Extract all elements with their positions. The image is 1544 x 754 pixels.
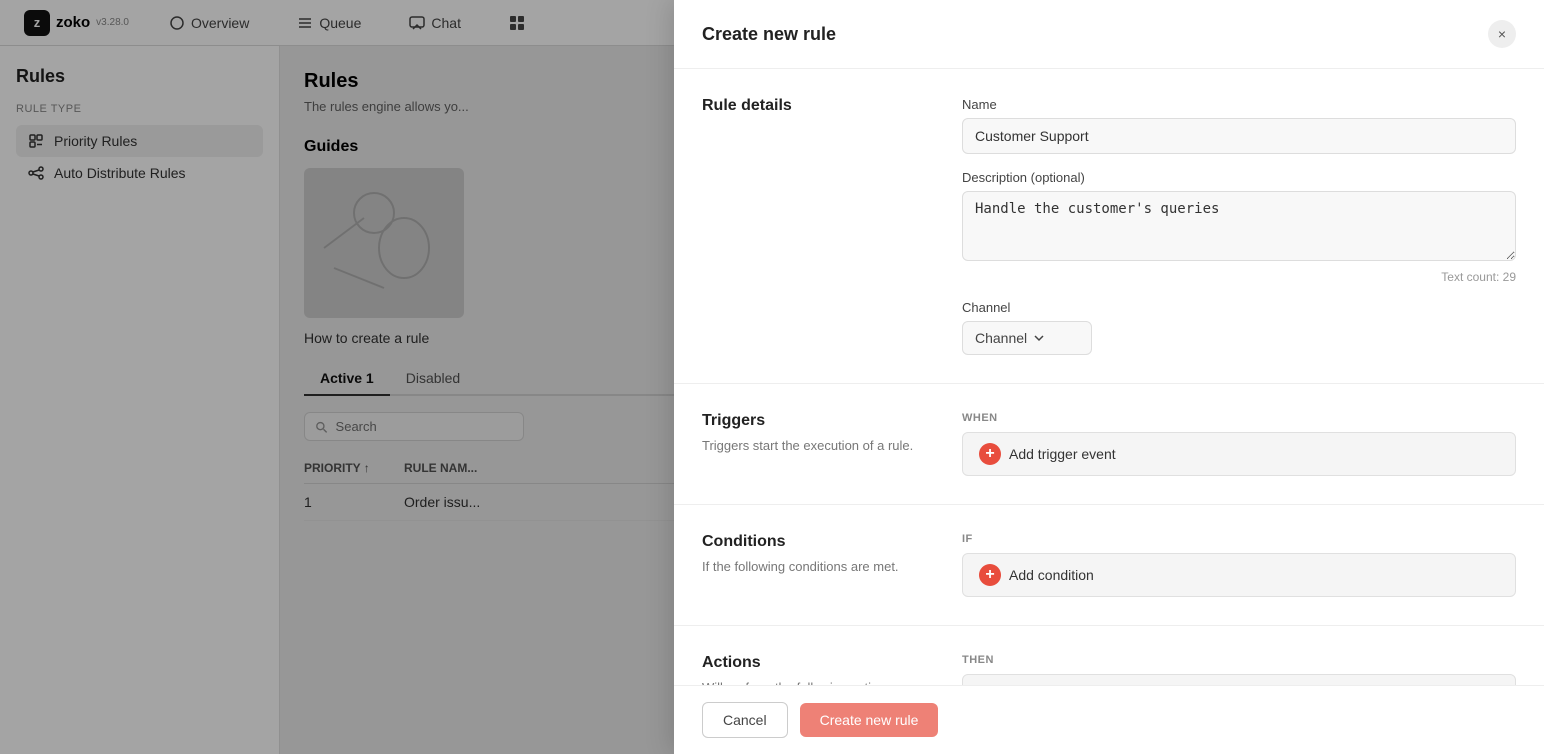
chevron-down-icon [1033,332,1045,344]
actions-left: Actions Will perform the following actio… [702,654,922,685]
then-label: THEN [962,654,1516,666]
add-condition-icon: + [979,564,1001,586]
add-condition-button[interactable]: + Add condition [962,553,1516,597]
text-count: Text count: 29 [962,270,1516,284]
triggers-right: WHEN + Add trigger event [962,412,1516,476]
rule-details-section: Rule details Name Description (optional)… [674,69,1544,384]
modal-close-button[interactable]: × [1488,20,1516,48]
add-trigger-icon: + [979,443,1001,465]
channel-value: Channel [975,330,1027,346]
triggers-desc: Triggers start the execution of a rule. [702,436,922,456]
name-input[interactable] [962,118,1516,154]
when-label: WHEN [962,412,1516,424]
triggers-left: Triggers Triggers start the execution of… [702,412,922,476]
conditions-desc: If the following conditions are met. [702,557,922,577]
modal: Create new rule × Rule details Name Desc… [674,0,1544,754]
add-trigger-label: Add trigger event [1009,446,1116,462]
conditions-left: Conditions If the following conditions a… [702,533,922,597]
modal-body: Rule details Name Description (optional)… [674,69,1544,685]
actions-desc: Will perform the following actions. [702,678,922,685]
conditions-heading: Conditions [702,533,922,551]
conditions-right: IF + Add condition [962,533,1516,597]
description-label: Description (optional) [962,170,1516,185]
actions-section: Actions Will perform the following actio… [674,626,1544,685]
modal-title: Create new rule [702,24,836,45]
rule-details-right: Name Description (optional) Handle the c… [962,97,1516,355]
triggers-section: Triggers Triggers start the execution of… [674,384,1544,505]
modal-overlay: Create new rule × Rule details Name Desc… [0,0,1544,754]
channel-select[interactable]: Channel [962,321,1092,355]
conditions-section: Conditions If the following conditions a… [674,505,1544,626]
triggers-heading: Triggers [702,412,922,430]
cancel-button[interactable]: Cancel [702,702,788,738]
add-condition-label: Add condition [1009,567,1094,583]
description-textarea[interactable]: Handle the customer's queries [962,191,1516,261]
rule-details-heading: Rule details [702,97,922,115]
add-action-button[interactable]: + Add action [962,674,1516,685]
app-shell: z zoko v3.28.0 Overview Queue Chat Rules… [0,0,1544,754]
modal-footer: Cancel Create new rule [674,685,1544,754]
if-label: IF [962,533,1516,545]
add-trigger-button[interactable]: + Add trigger event [962,432,1516,476]
actions-heading: Actions [702,654,922,672]
channel-label: Channel [962,300,1516,315]
rule-details-left: Rule details [702,97,922,355]
create-rule-button[interactable]: Create new rule [800,703,939,737]
actions-right: THEN + Add action [962,654,1516,685]
name-label: Name [962,97,1516,112]
modal-header: Create new rule × [674,0,1544,69]
